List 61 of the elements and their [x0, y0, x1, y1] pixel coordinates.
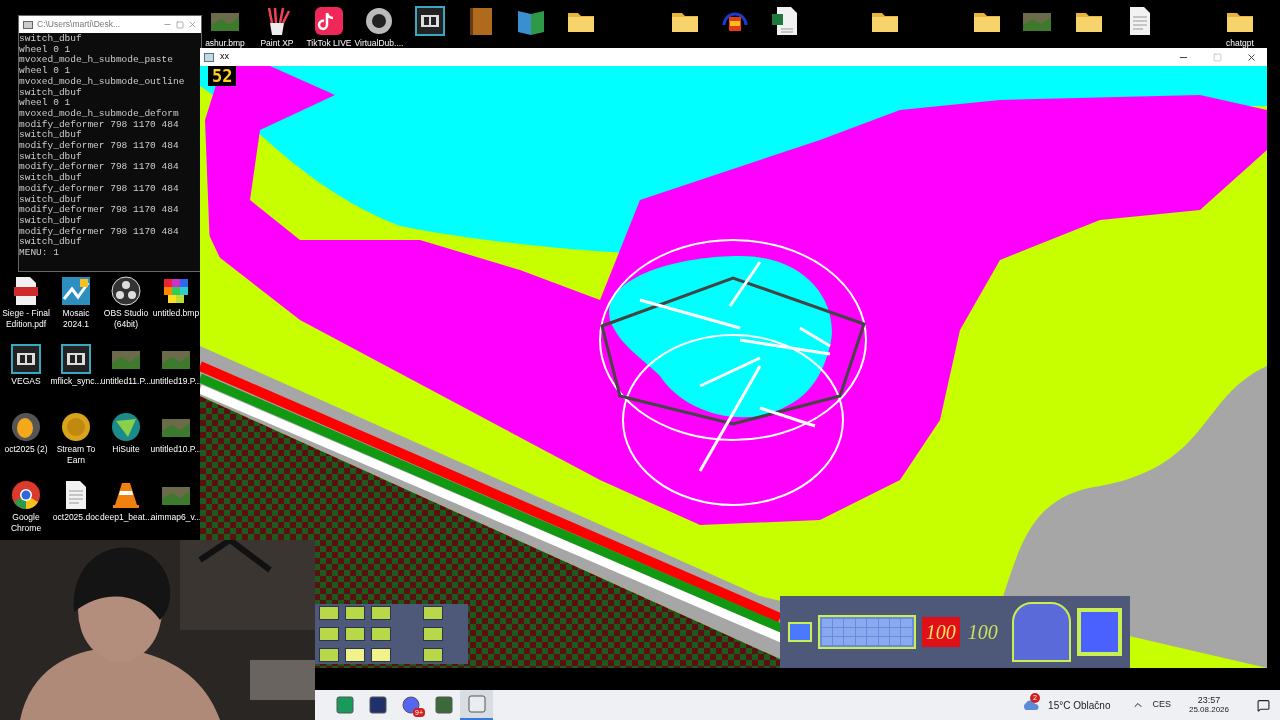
shortcut-label: Mosaic 2024.1 — [61, 308, 91, 330]
shortcut-label: chatgpt — [1225, 38, 1255, 49]
film-icon — [10, 343, 42, 375]
console-line: modify_deformer 798 1170 484 — [19, 141, 180, 152]
notifications-icon[interactable] — [1257, 698, 1270, 712]
console-line: modify_deformer 798 1170 484 — [19, 226, 180, 237]
shortcut-label: Stream To Earn — [55, 444, 97, 466]
console-line: modify_deformer 798 1170 484 — [19, 162, 180, 173]
window-title: C:\Users\marti\Desk... — [37, 18, 121, 31]
shortcut-label: VirtualDub.... — [353, 38, 405, 49]
gear-icon — [363, 5, 395, 37]
shortcut-label: untitled10.P... — [149, 444, 203, 455]
app-icon — [434, 696, 453, 714]
round-logo-icon — [10, 479, 42, 511]
clock[interactable]: 23:57 25.08.2026 — [1179, 695, 1239, 715]
shortcut-label: Google Chrome — [9, 512, 43, 534]
shortcut-label: deep1_beat... — [99, 512, 152, 523]
shortcut-label: Siege - Final Edition.pdf — [1, 308, 51, 330]
console-line: switch_dbuf — [19, 87, 83, 98]
console-line: mvoxed_mode_h_submode_paste — [19, 55, 174, 66]
app-tile-icon — [313, 5, 345, 37]
console-line: wheel 0 1 — [19, 44, 72, 55]
window-title: xx — [220, 50, 229, 64]
round-logo-icon — [110, 411, 142, 443]
app-icon — [467, 695, 486, 713]
console-line: MENU: 1 — [19, 248, 60, 259]
chart-tile-icon — [60, 275, 92, 307]
coin-icon — [60, 411, 92, 443]
fruit-logo-icon — [10, 411, 42, 443]
console-line: modify_deformer 798 1170 484 — [19, 183, 180, 195]
console-line: switch_dbuf — [19, 237, 83, 249]
console-line: switch_dbuf — [19, 173, 83, 184]
console-line: switch_dbuf — [19, 151, 83, 162]
app-icon — [335, 696, 354, 714]
console-line: switch_dbuf — [19, 34, 83, 45]
cloud-icon — [1022, 699, 1041, 711]
console-line: switch_dbuf — [19, 215, 83, 227]
shortcut-label: untitled.bmp — [151, 308, 201, 319]
language-indicator[interactable]: CES — [1152, 698, 1171, 712]
console-line: switch_dbuf — [19, 194, 83, 205]
circle-logo-icon — [110, 275, 142, 307]
shortcut-label: oct2025 (2) — [3, 444, 49, 455]
clock-time: 23:57 — [1197, 695, 1221, 705]
shortcut-label: Paint XP — [259, 38, 295, 49]
console-line: mvoxed_mode_h_submode_deform — [19, 108, 180, 120]
film-icon — [60, 343, 92, 375]
console-icon — [23, 20, 33, 29]
weather-text[interactable]: 15°C Oblačno — [1048, 697, 1111, 713]
console-line: switch_dbuf — [19, 130, 83, 141]
shortcut-label: ashur.bmp — [204, 38, 246, 49]
clock-date: 25.08.2026 — [1188, 705, 1229, 715]
console-line: wheel 0 1 — [19, 66, 72, 77]
app-icon — [368, 696, 387, 714]
console-line: modify_deformer 798 1170 484 — [19, 205, 180, 216]
console-line: wheel 0 1 — [19, 98, 72, 109]
app-icon — [204, 52, 214, 62]
console-line: mvoxed_mode_h_submode_outline — [19, 76, 186, 88]
console-line: modify_deformer 798 1170 484 — [19, 119, 180, 130]
film-icon — [414, 5, 446, 37]
shortcut-label: OBS Studio (64bit) — [102, 308, 150, 330]
close-icon[interactable] — [1246, 51, 1257, 63]
